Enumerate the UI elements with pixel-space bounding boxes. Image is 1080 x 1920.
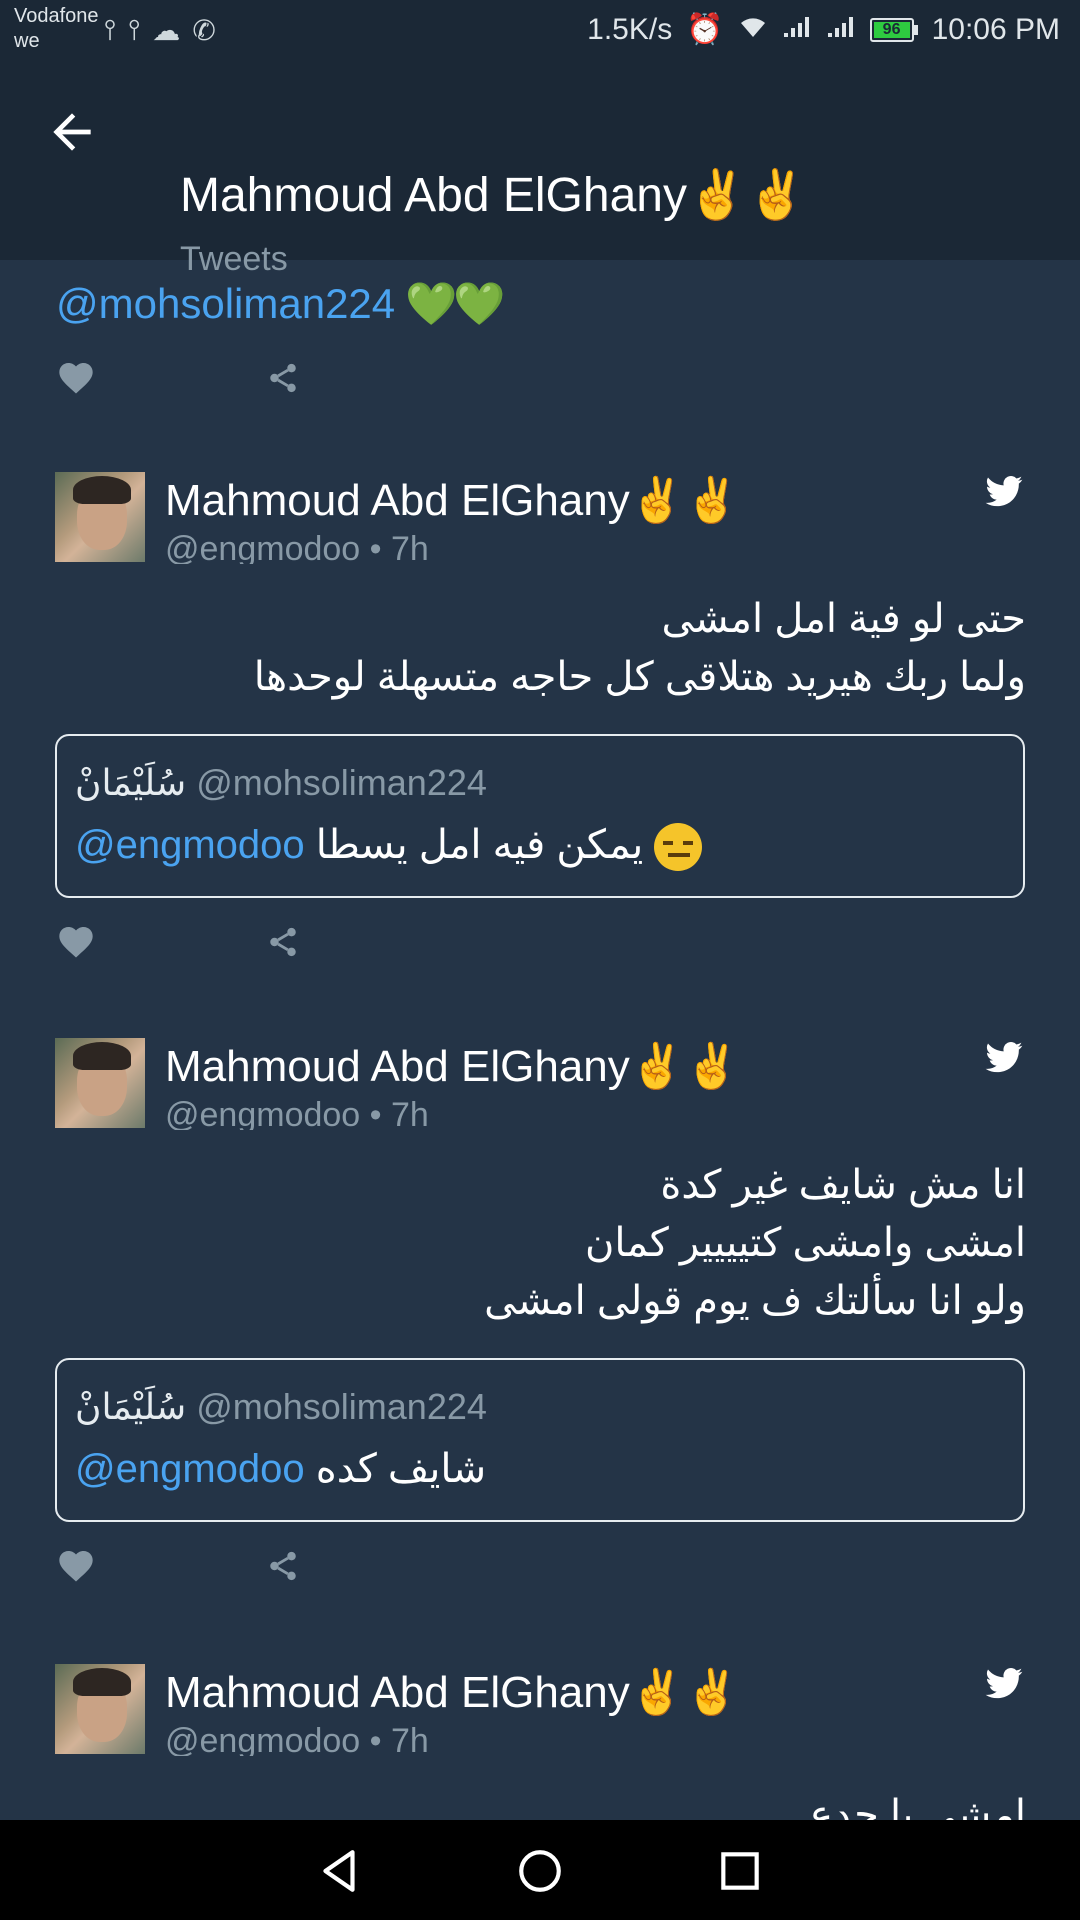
wifi-icon <box>738 13 768 47</box>
share-icon[interactable] <box>266 1547 300 1585</box>
alarm-icon: ⏰ <box>686 13 724 46</box>
tweet-text: انا مش شايف غير كدة امشى وامشى كتيييير ك… <box>484 1156 1026 1330</box>
tweet-author-handle: @engmodoo • 7h <box>165 1096 429 1130</box>
mention-line: @mohsoliman224 💚💚 <box>56 280 506 329</box>
tweet-actions <box>56 1546 300 1586</box>
tweet-author-name: Mahmoud Abd ElGhany✌️✌️ <box>165 1042 740 1091</box>
twitter-bird-icon <box>985 476 1023 507</box>
usb-icon: ⫯ <box>128 14 141 45</box>
signal-icon <box>782 13 812 47</box>
signal-icon <box>826 13 856 47</box>
quoted-tweet[interactable]: سُلَيْمَانْ @mohsoliman224 @engmodoo شاي… <box>55 1358 1025 1522</box>
green-hearts: 💚💚 <box>405 280 506 327</box>
time: 10:06 PM <box>931 12 1060 46</box>
tweet-line: ولما ربك هيريد هتلاقى كل حاجه متسهلة لوح… <box>253 655 1026 699</box>
quote-body: شايف كده <box>315 1447 487 1491</box>
tweet-card[interactable]: Mahmoud Abd ElGhany✌️✌️ @engmodoo • 7h ح… <box>0 472 1080 992</box>
like-heart-icon[interactable] <box>56 358 96 398</box>
cloud-icon: ☁ <box>152 15 181 46</box>
share-icon[interactable] <box>266 359 300 397</box>
tweet-text: امشى يا جدع <box>809 1786 1026 1820</box>
carrier-sub: we <box>14 30 40 52</box>
avatar[interactable] <box>55 1664 145 1754</box>
nav-recents-icon[interactable] <box>715 1846 765 1896</box>
quote-body: يمكن فيه امل يسطا <box>315 823 644 867</box>
nav-back-icon[interactable] <box>315 1846 365 1896</box>
quote-author: سُلَيْمَانْ <box>75 762 187 803</box>
quote-header: سُلَيْمَانْ @mohsoliman224 <box>75 762 487 804</box>
page-title: Mahmoud Abd ElGhany✌️✌️ <box>180 169 807 222</box>
carrier-name: Vodafone <box>14 5 99 27</box>
like-heart-icon[interactable] <box>56 1546 96 1586</box>
twitter-bird-icon <box>985 1042 1023 1073</box>
tweet-author-handle: @engmodoo • 7h <box>165 1722 429 1756</box>
quote-text: @engmodoo شايف كده <box>75 1446 486 1492</box>
system-nav-bar <box>0 1820 1080 1920</box>
like-heart-icon[interactable] <box>56 922 96 962</box>
whatsapp-icon: ✆ <box>192 15 216 46</box>
status-bar: Vodafone we ⫯ ⫯ ☁ ✆ 1.5K/s ⏰ 96 10:06 PM <box>0 0 1080 64</box>
expressionless-emoji-icon <box>654 823 703 872</box>
tweet-text: حتى لو فية امل امشى ولما ربك هيريد هتلاق… <box>254 590 1026 706</box>
avatar[interactable] <box>55 472 145 562</box>
tweet-actions <box>56 922 300 962</box>
status-right: 1.5K/s ⏰ 96 10:06 PM <box>587 12 1060 47</box>
tweet-line: امشى وامشى كتيييير كمان <box>585 1221 1026 1265</box>
quote-text: @engmodoo يمكن فيه امل يسطا <box>75 822 706 872</box>
tweet-card[interactable]: Mahmoud Abd ElGhany✌️✌️ @engmodoo • 7h ا… <box>0 1038 1080 1618</box>
app-bar: Mahmoud Abd ElGhany✌️✌️ Tweets <box>0 64 1080 278</box>
notification-icons: ⫯ ⫯ ☁ ✆ <box>104 14 216 47</box>
tweet-author-name: Mahmoud Abd ElGhany✌️✌️ <box>165 1668 740 1717</box>
battery-icon: 96 <box>869 17 918 42</box>
tweet-line: انا مش شايف غير كدة <box>660 1163 1026 1207</box>
tweet-actions <box>56 358 300 398</box>
quoted-tweet[interactable]: سُلَيْمَانْ @mohsoliman224 @engmodoo يمك… <box>55 734 1025 898</box>
tweet-line: امشى يا جدع <box>809 1793 1026 1820</box>
tweet-author-handle: @engmodoo • 7h <box>165 530 429 564</box>
share-icon[interactable] <box>266 923 300 961</box>
battery-level: 96 <box>873 21 910 38</box>
tweet-feed[interactable]: @mohsoliman224 💚💚 Mahmoud Abd ElGhany✌️✌️… <box>0 260 1080 1820</box>
quote-handle: @mohsoliman224 <box>196 762 487 803</box>
tweet-author-name: Mahmoud Abd ElGhany✌️✌️ <box>165 476 740 525</box>
tweet-line: حتى لو فية امل امشى <box>661 597 1026 641</box>
mention-link[interactable]: @engmodoo <box>75 1447 305 1491</box>
nav-home-icon[interactable] <box>515 1846 565 1896</box>
mention-link[interactable]: @engmodoo <box>75 823 305 867</box>
quote-header: سُلَيْمَانْ @mohsoliman224 <box>75 1386 487 1428</box>
usb-icon: ⫯ <box>104 14 117 45</box>
quote-handle: @mohsoliman224 <box>196 1386 487 1427</box>
tweet-card[interactable]: Mahmoud Abd ElGhany✌️✌️ @engmodoo • 7h ا… <box>0 1664 1080 1820</box>
twitter-bird-icon <box>985 1668 1023 1699</box>
carrier-label: Vodafone we <box>14 4 99 54</box>
avatar[interactable] <box>55 1038 145 1128</box>
tweet-line: ولو انا سألتك ف يوم قولى امشى <box>484 1279 1026 1323</box>
back-arrow-icon[interactable] <box>44 104 100 160</box>
mention-link[interactable]: @mohsoliman224 <box>56 280 395 327</box>
quote-author: سُلَيْمَانْ <box>75 1386 187 1427</box>
net-speed: 1.5K/s <box>587 12 673 46</box>
